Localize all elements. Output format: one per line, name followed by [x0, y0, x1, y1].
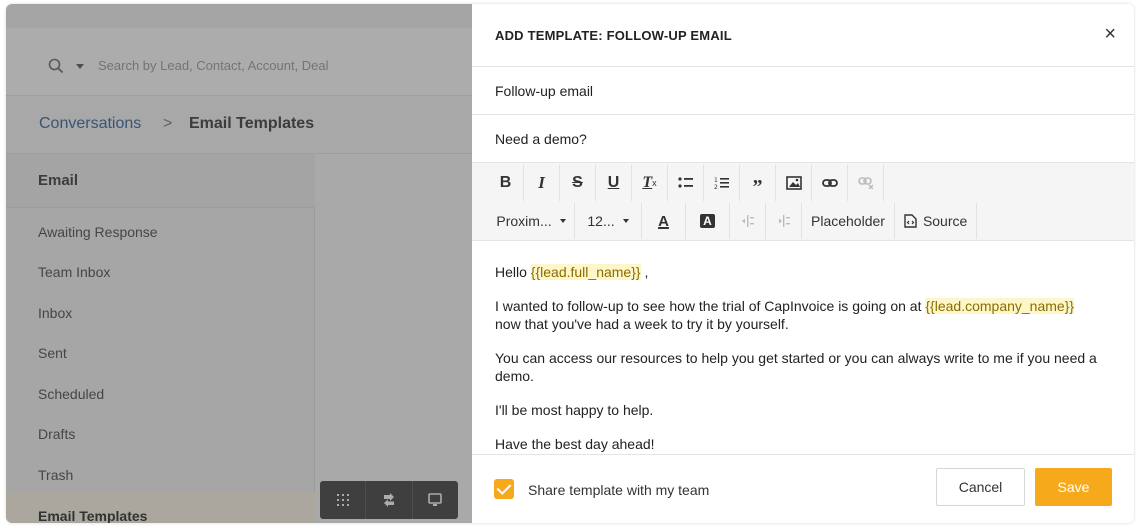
link-icon[interactable] — [812, 165, 848, 201]
placeholder-button[interactable]: Placeholder — [802, 203, 895, 239]
background-app: Search by Lead, Contact, Account, Deal C… — [6, 4, 472, 523]
cancel-button[interactable]: Cancel — [936, 468, 1025, 506]
strikethrough-icon[interactable]: S — [560, 165, 596, 201]
modal-header: ADD TEMPLATE: FOLLOW-UP EMAIL × — [472, 4, 1134, 67]
body-text: now that you've had a week to try it by … — [495, 316, 789, 332]
font-family-select[interactable]: Proxim... — [488, 203, 575, 239]
body-paragraph: Hello {{lead.full_name}} , — [495, 263, 1115, 281]
template-subject-field — [472, 115, 1134, 163]
chevron-down-icon — [559, 219, 566, 223]
modal-backdrop[interactable] — [6, 4, 472, 523]
bulleted-list-icon[interactable] — [668, 165, 704, 201]
source-label: Source — [922, 213, 968, 229]
source-icon — [904, 214, 917, 228]
placeholder-token: {{lead.full_name}} — [530, 264, 641, 280]
body-paragraph: You can access our resources to help you… — [495, 350, 1097, 384]
modal-title: ADD TEMPLATE: FOLLOW-UP EMAIL — [495, 28, 732, 43]
placeholder-token: {{lead.company_name}} — [925, 298, 1075, 314]
clear-format-icon[interactable]: Tx — [632, 165, 668, 201]
font-size-value: 12... — [587, 213, 615, 229]
italic-icon[interactable]: I — [524, 165, 560, 201]
add-template-modal: ADD TEMPLATE: FOLLOW-UP EMAIL × B I S U … — [472, 4, 1134, 523]
body-paragraph: I'll be most happy to help. — [495, 402, 654, 418]
numbered-list-icon[interactable]: 12 — [704, 165, 740, 201]
background-color-label: A — [700, 214, 715, 228]
template-name-input[interactable] — [472, 67, 1134, 114]
body-paragraph: Have the best day ahead! — [495, 436, 655, 452]
svg-text:1: 1 — [714, 177, 718, 184]
image-icon[interactable] — [776, 165, 812, 201]
editor-toolbar: B I S U Tx 12 ” Proxim... 12... A A Plac… — [472, 163, 1134, 241]
source-button[interactable]: Source — [895, 203, 978, 239]
text-color-label: A — [658, 212, 669, 230]
text-color-icon[interactable]: A — [642, 203, 686, 239]
share-template-label[interactable]: Share template with my team — [528, 482, 709, 498]
close-icon[interactable]: × — [1104, 24, 1116, 44]
template-body-editor[interactable]: Hello {{lead.full_name}} , I wanted to f… — [495, 263, 1115, 453]
unlink-icon[interactable] — [848, 165, 884, 201]
toolbar-row-format: B I S U Tx 12 ” — [488, 165, 884, 201]
share-template-checkbox[interactable] — [494, 479, 514, 499]
svg-text:2: 2 — [714, 184, 718, 190]
bold-icon[interactable]: B — [488, 165, 524, 201]
template-name-field — [472, 67, 1134, 115]
font-family-value: Proxim... — [496, 213, 552, 229]
app-window: Search by Lead, Contact, Account, Deal C… — [6, 4, 1134, 523]
quote-icon[interactable]: ” — [740, 165, 776, 201]
body-paragraph: I wanted to follow-up to see how the tri… — [495, 297, 1115, 333]
template-subject-input[interactable] — [472, 115, 1134, 162]
body-text: Hello — [495, 264, 531, 280]
font-size-select[interactable]: 12... — [575, 203, 642, 239]
toolbar-row-style: Proxim... 12... A A Placeholder Source — [488, 203, 978, 239]
placeholder-label: Placeholder — [811, 213, 885, 229]
modal-footer: Share template with my team Cancel Save — [472, 454, 1134, 523]
underline-icon[interactable]: U — [596, 165, 632, 201]
body-text: I wanted to follow-up to see how the tri… — [495, 298, 926, 314]
body-text: , — [640, 264, 649, 280]
indent-decrease-icon[interactable] — [730, 203, 766, 239]
indent-increase-icon[interactable] — [766, 203, 802, 239]
background-color-icon[interactable]: A — [686, 203, 730, 239]
chevron-down-icon — [622, 219, 629, 223]
save-button[interactable]: Save — [1035, 468, 1112, 506]
